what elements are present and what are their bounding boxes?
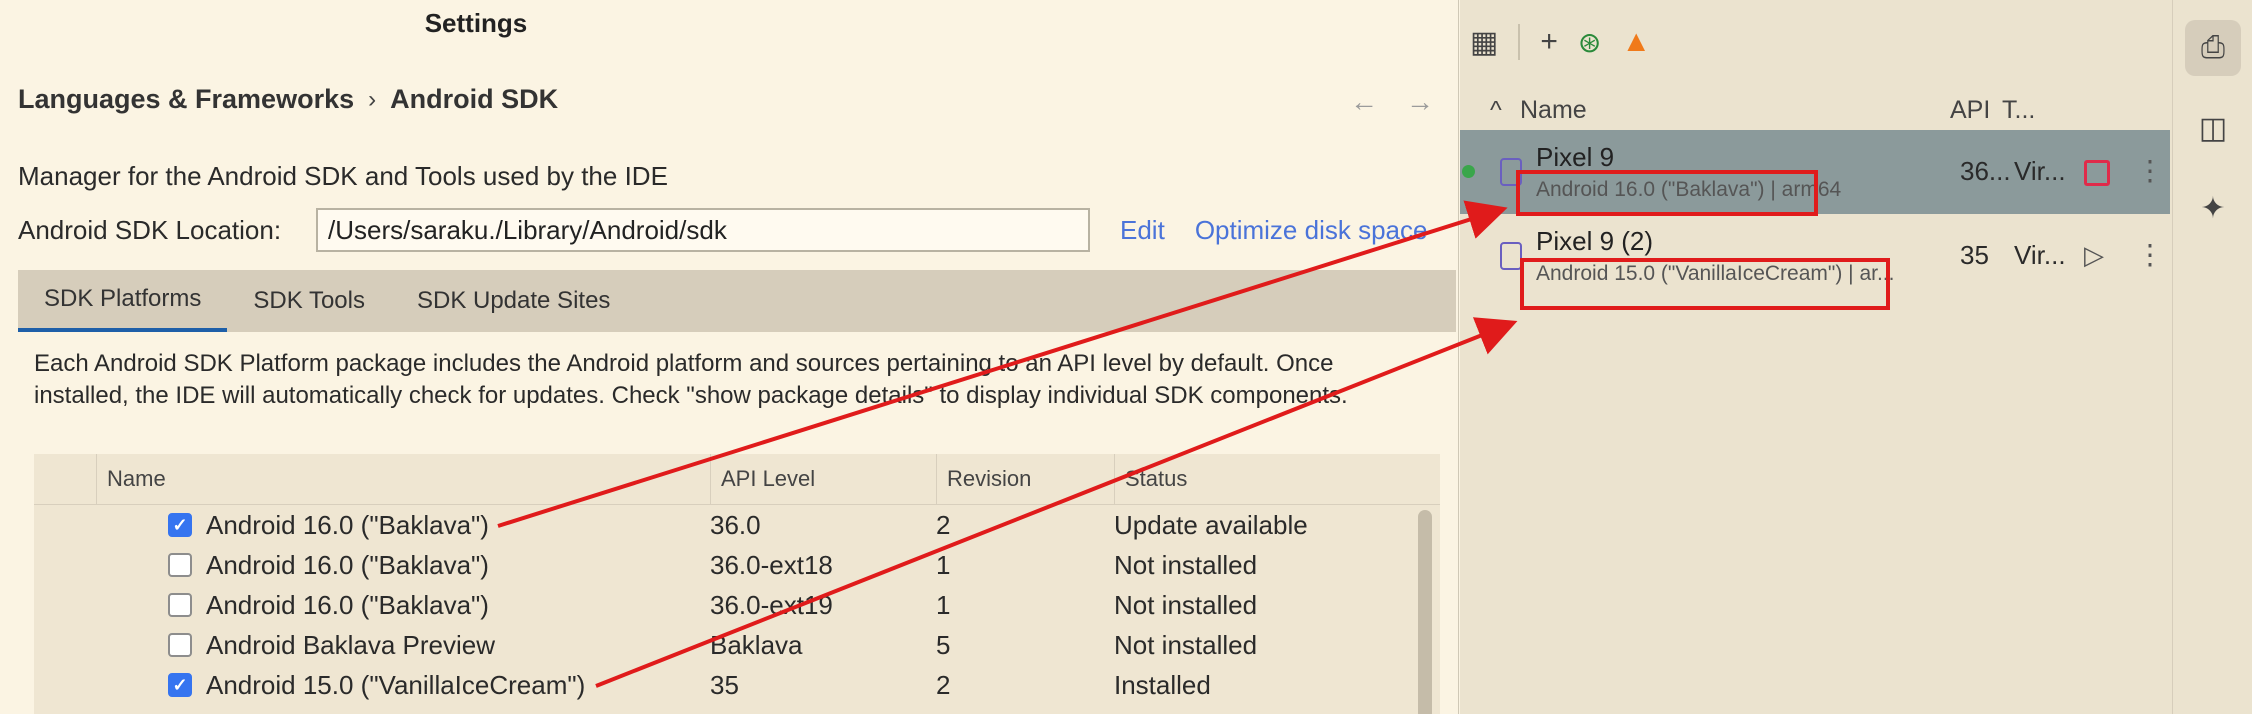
sdk-location-field[interactable]: /Users/saraku./Library/Android/sdk (316, 208, 1090, 252)
gemini-sparkle-icon[interactable]: ✦ (2185, 180, 2241, 236)
row-name-cell: ✓ Android 15.0 ("VanillaIceCream") (96, 670, 710, 701)
device-api: 36... (1960, 156, 2011, 186)
more-options-icon[interactable]: ⋮ (2136, 238, 2164, 271)
row-revision: 1 (936, 549, 951, 580)
table-row[interactable]: ✓ Android 15.0 ("VanillaIceCream") 35 2 Inst… (34, 665, 1440, 705)
table-row[interactable]: Android 16.0 ("Baklava") 36.0-ext19 1 Not i… (34, 585, 1440, 625)
sdk-location-row: Android SDK Location: /Users/saraku./Lib… (18, 208, 1427, 252)
row-name-cell: Android Baklava Preview (96, 630, 710, 661)
flame-icon[interactable]: ▲ (1621, 25, 1651, 59)
table-header: Name API Level Revision Status (34, 454, 1440, 505)
row-name: Android 16.0 ("Baklava") (206, 549, 489, 580)
annotation-box-pixel-9-2 (1520, 258, 1890, 310)
breadcrumb-item-android-sdk: Android SDK (390, 84, 559, 114)
optimize-disk-space-link[interactable]: Optimize disk space (1195, 215, 1428, 246)
device-api: 35 (1960, 240, 1989, 270)
row-checkbox[interactable] (168, 593, 192, 617)
annotation-box-pixel-9 (1516, 170, 1818, 216)
row-status: Update available (1114, 509, 1308, 540)
row-status: Installed (1114, 669, 1211, 700)
header-checkbox-column (34, 454, 96, 504)
row-revision: 5 (936, 629, 951, 660)
tab-sdk-platforms[interactable]: SDK Platforms (18, 270, 228, 332)
phone-icon (1500, 242, 1522, 270)
sdk-platforms-table: Name API Level Revision Status ✓ Android … (34, 454, 1440, 714)
row-status: Not installed (1114, 549, 1258, 580)
stop-icon[interactable] (2084, 160, 2110, 186)
row-name: Android Baklava Preview (206, 629, 496, 660)
more-options-icon[interactable]: ⋮ (2136, 154, 2164, 187)
settings-dialog: Settings Languages & Frameworks › Androi… (0, 0, 1459, 714)
row-status: Not installed (1114, 589, 1258, 620)
table-body: ✓ Android 16.0 ("Baklava") 36.0 2 Update ava… (34, 505, 1440, 705)
device-header-name[interactable]: Name (1520, 96, 1950, 125)
forward-arrow-icon[interactable]: → (1406, 86, 1434, 118)
back-arrow-icon[interactable]: ← (1350, 86, 1378, 118)
row-api-level: Baklava (710, 629, 803, 660)
row-checkbox[interactable] (168, 553, 192, 577)
header-status[interactable]: Status (1114, 454, 1440, 504)
row-checkbox[interactable]: ✓ (168, 513, 192, 537)
row-status: Not installed (1114, 629, 1258, 660)
row-api-level: 35 (710, 669, 739, 700)
row-name: Android 16.0 ("Baklava") (206, 589, 489, 620)
row-name-cell: Android 16.0 ("Baklava") (96, 590, 710, 621)
table-row[interactable]: ✓ Android 16.0 ("Baklava") 36.0 2 Update ava… (34, 505, 1440, 545)
tab-sdk-tools[interactable]: SDK Tools (227, 270, 391, 332)
device-type: Vir... (2014, 156, 2066, 186)
grid-icon[interactable]: ▦ (1470, 25, 1498, 60)
table-row[interactable]: Android Baklava Preview Baklava 5 Not insta… (34, 625, 1440, 665)
sdk-manager-description: Manager for the Android SDK and Tools us… (18, 161, 668, 191)
breadcrumb-separator: › (368, 85, 377, 113)
row-revision: 2 (936, 669, 951, 700)
toolbar-divider (1518, 24, 1521, 60)
row-name-cell: ✓ Android 16.0 ("Baklava") (96, 510, 710, 541)
nav-arrows: ← → (1350, 86, 1434, 118)
device-type: Vir... (2014, 240, 2066, 270)
dialog-title: Settings (424, 8, 528, 38)
row-revision: 1 (936, 589, 951, 620)
table-row[interactable]: Android 16.0 ("Baklava") 36.0-ext18 1 Not i… (34, 545, 1440, 585)
breadcrumb-item-languages[interactable]: Languages & Frameworks (18, 84, 354, 115)
running-indicator-icon (1462, 165, 1475, 178)
device-header-api[interactable]: API (1950, 96, 2002, 125)
sdk-location-label: Android SDK Location: (18, 214, 282, 245)
device-manager-icon[interactable]: ⎙ (2185, 20, 2241, 76)
row-name: Android 16.0 ("Baklava") (206, 509, 489, 540)
table-scrollbar[interactable] (1418, 510, 1432, 714)
device-name: Pixel 9 (2) (1536, 226, 1654, 256)
row-name: Android 15.0 ("VanillaIceCream") (206, 669, 586, 700)
breadcrumb: Languages & Frameworks › Android SDK (18, 84, 558, 115)
running-devices-icon[interactable]: ◫ (2185, 100, 2241, 156)
row-api-level: 36.0-ext18 (710, 549, 833, 580)
wifi-add-icon[interactable]: ⊛ (1578, 26, 1601, 59)
device-manager-panel: ▦ + ⊛ ▲ ^ Name API T... Pixel 9 Android … (1460, 0, 2172, 714)
device-toolbar: ▦ + ⊛ ▲ (1470, 24, 1651, 60)
sort-indicator-icon[interactable]: ^ (1490, 96, 1520, 125)
tab-sdk-update-sites[interactable]: SDK Update Sites (391, 270, 636, 332)
device-table-header: ^ Name API T... (1460, 86, 2172, 134)
row-api-level: 36.0 (710, 509, 761, 540)
sdk-tabs: SDK Platforms SDK Tools SDK Update Sites (18, 270, 1456, 332)
row-name-cell: Android 16.0 ("Baklava") (96, 550, 710, 581)
row-revision: 2 (936, 509, 951, 540)
row-api-level: 36.0-ext19 (710, 589, 833, 620)
device-name: Pixel 9 (1536, 142, 1615, 172)
edit-link[interactable]: Edit (1120, 215, 1165, 246)
platform-description: Each Android SDK Platform package includ… (34, 350, 1348, 409)
row-checkbox[interactable] (168, 633, 192, 657)
row-checkbox[interactable]: ✓ (168, 673, 192, 697)
header-name[interactable]: Name (96, 454, 710, 504)
plus-icon[interactable]: + (1540, 25, 1558, 59)
device-header-type[interactable]: T... (2002, 96, 2035, 125)
play-icon[interactable]: ▷ (2084, 240, 2104, 271)
tool-window-strip: ⎙ ◫ ✦ (2172, 0, 2252, 714)
header-revision[interactable]: Revision (936, 454, 1114, 504)
header-api-level[interactable]: API Level (710, 454, 936, 504)
